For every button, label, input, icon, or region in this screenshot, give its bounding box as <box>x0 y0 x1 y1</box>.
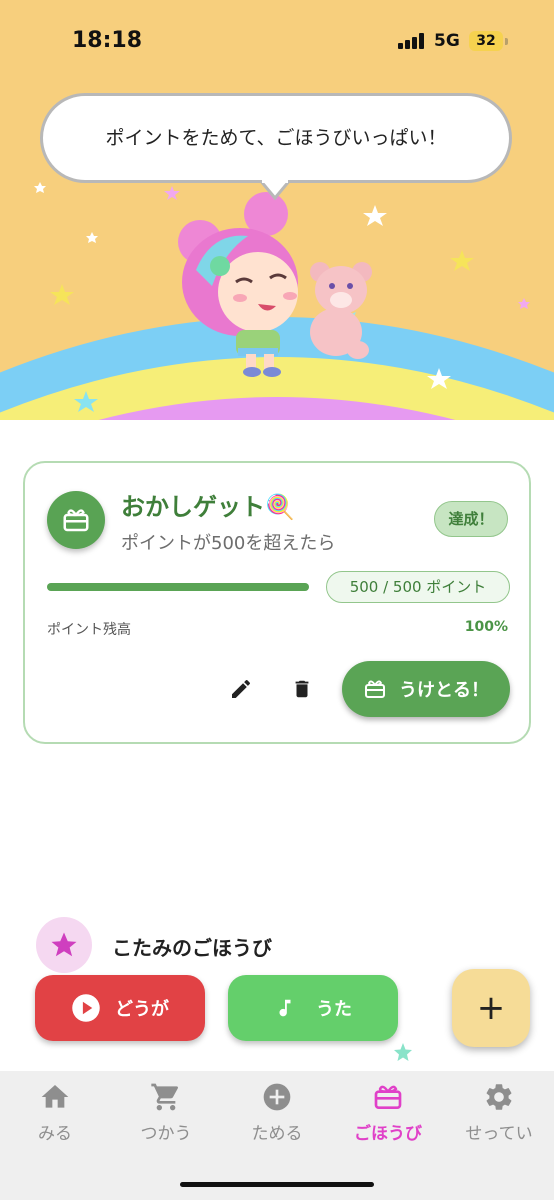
nav-label-save: ためる <box>251 1124 303 1144</box>
speech-bubble-tail <box>258 180 292 201</box>
music-note-icon <box>279 999 291 1017</box>
status-time: 18:18 <box>72 28 143 53</box>
nav-item-home[interactable]: みる <box>0 1081 110 1151</box>
home-indicator <box>180 1182 374 1187</box>
play-icon <box>72 994 100 1022</box>
reward-title: おかしゲット🍭 <box>121 493 295 521</box>
nav-label-home: みる <box>38 1124 72 1144</box>
points-progress-label: 500 / 500 ポイント <box>326 571 510 603</box>
battery-icon: 32 <box>469 31 503 51</box>
receive-button[interactable]: うけとる！ <box>342 661 510 717</box>
delete-button[interactable] <box>287 674 317 704</box>
nav-item-rewards[interactable]: ごほうび <box>333 1081 443 1151</box>
network-type: 5G <box>434 31 460 51</box>
edit-button[interactable] <box>226 674 256 704</box>
video-button-label: どうが <box>115 999 169 1020</box>
player-name: こたみのごほうび <box>112 936 272 960</box>
gift-icon <box>374 1085 402 1109</box>
sparkle-icon <box>394 1043 412 1061</box>
add-icon: + <box>476 988 506 1028</box>
nav-label-settings: せってい <box>465 1124 533 1144</box>
status-bar: 18:18 5G 32 <box>0 0 554 80</box>
song-button[interactable]: うた <box>228 975 398 1041</box>
progress-bar <box>47 583 309 591</box>
bottom-navigation: みる つかう ためる ごほうび せってい <box>0 1071 554 1200</box>
reward-card: おかしゲット🍭 ポイントが500を超えたら 達成！ 500 / 500 ポイント… <box>23 461 531 744</box>
nav-label-rewards: ごほうび <box>354 1124 422 1144</box>
gift-icon <box>63 509 89 532</box>
cart-icon <box>151 1083 179 1111</box>
nav-label-spend: つかう <box>140 1124 192 1144</box>
speech-bubble: ポイントをためて、ごほうびいっぱい！ <box>40 93 512 183</box>
avatar <box>36 917 92 973</box>
balance-percent: 100% <box>464 619 508 635</box>
status-badge: 達成！ <box>434 501 508 537</box>
balance-label: ポイント残高 <box>47 622 131 638</box>
receive-button-label: うけとる！ <box>399 680 489 701</box>
nav-item-settings[interactable]: せってい <box>444 1081 554 1151</box>
add-circle-icon <box>263 1083 291 1111</box>
star-icon <box>51 932 77 957</box>
reward-condition: ポイントが500を超えたら <box>121 533 336 554</box>
nav-item-save[interactable]: ためる <box>222 1081 332 1151</box>
home-icon <box>41 1085 69 1108</box>
song-button-label: うた <box>316 999 352 1020</box>
reward-icon-badge <box>47 491 105 549</box>
add-button[interactable]: + <box>452 969 530 1047</box>
pencil-icon <box>232 679 251 698</box>
gift-icon <box>365 680 385 698</box>
hero-banner: 18:18 5G 32 ポイントをためて、ごほうびいっぱい！ <box>0 0 554 460</box>
trash-icon <box>295 680 309 698</box>
progress-fill <box>47 583 309 591</box>
gear-icon <box>486 1084 512 1110</box>
video-button[interactable]: どうが <box>35 975 205 1041</box>
nav-item-spend[interactable]: つかう <box>111 1081 221 1151</box>
battery-tip <box>505 38 508 45</box>
signal-icon <box>398 33 424 49</box>
